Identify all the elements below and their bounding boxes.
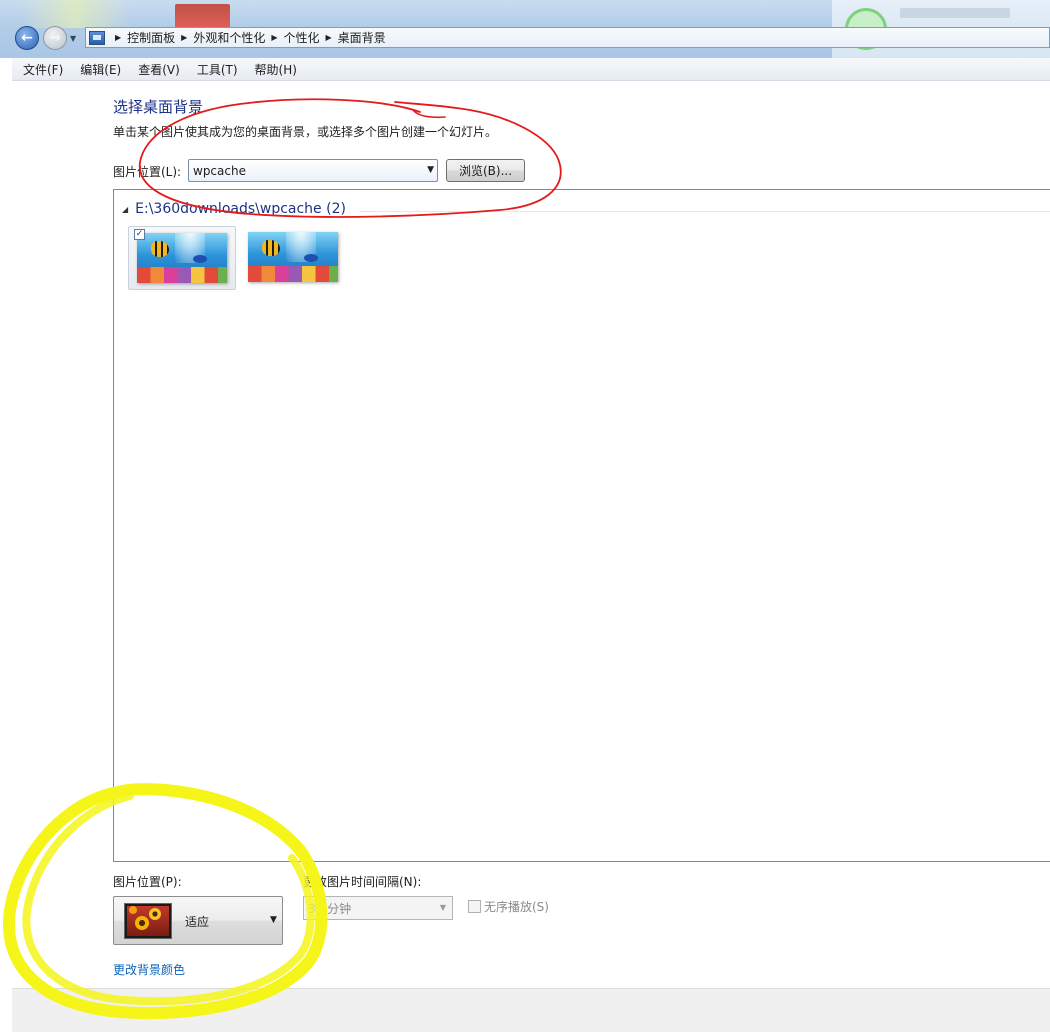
chevron-right-icon[interactable]: ▶ <box>115 33 121 42</box>
menu-help[interactable]: 帮助(H) <box>244 61 303 78</box>
change-background-color-link[interactable]: 更改背景颜色 <box>113 961 185 978</box>
chevron-down-icon: ▼ <box>439 903 446 912</box>
desktop-background-window: { "address_bar": { "crumbs": ["控制面板", "外… <box>0 0 1050 1032</box>
group-header[interactable]: ◢ E:\360downloads\wpcache (2) <box>122 201 346 217</box>
page-description: 单击某个图片使其成为您的桌面背景，或选择多个图片创建一个幻灯片。 <box>113 125 498 139</box>
notification-text <box>900 8 1010 18</box>
chevron-right-icon[interactable]: ▶ <box>271 33 277 42</box>
thumbnail-checkbox[interactable]: ✓ <box>134 229 145 240</box>
address-bar[interactable]: ▶ 控制面板 ▶ 外观和个性化 ▶ 个性化 ▶ 桌面背景 <box>85 27 1050 48</box>
control-panel-icon <box>89 30 105 45</box>
flower-preview-icon <box>124 903 172 939</box>
footer-bar <box>12 988 1050 1032</box>
shuffle-checkbox[interactable] <box>468 900 481 913</box>
background-glass <box>175 4 230 28</box>
underwater-fish-wallpaper-icon <box>137 233 227 283</box>
collapse-triangle-icon[interactable]: ◢ <box>122 205 128 214</box>
picture-location-value: wpcache <box>193 163 246 178</box>
divider <box>359 211 1050 212</box>
shuffle-label[interactable]: 无序播放(S) <box>484 898 549 915</box>
interval-value: 30 分钟 <box>308 901 352 916</box>
chevron-down-icon: ▼ <box>270 915 277 925</box>
arrow-right-icon: → <box>49 30 61 46</box>
history-dropdown-icon[interactable]: ▼ <box>70 34 80 44</box>
picture-position-select[interactable]: 适应 ▼ <box>113 896 283 945</box>
picture-gallery[interactable]: ◢ E:\360downloads\wpcache (2) ✓ <box>113 189 1050 862</box>
menu-bar: 文件(F) 编辑(E) 查看(V) 工具(T) 帮助(H) <box>12 58 1050 81</box>
picture-location-label: 图片位置(L): <box>113 165 182 179</box>
menu-edit[interactable]: 编辑(E) <box>69 61 127 78</box>
wallpaper-thumbnail[interactable]: ✓ <box>128 226 236 290</box>
interval-label: 更改图片时间间隔(N): <box>303 875 422 889</box>
breadcrumb-appearance[interactable]: 外观和个性化 <box>193 29 265 46</box>
picture-position-label: 图片位置(P): <box>113 875 182 889</box>
picture-position-value: 适应 <box>185 915 210 929</box>
breadcrumb-desktop-background[interactable]: 桌面背景 <box>338 29 386 46</box>
back-button[interactable]: ← <box>15 26 39 50</box>
underwater-fish-wallpaper-icon <box>248 232 338 282</box>
breadcrumb-control-panel[interactable]: 控制面板 <box>127 29 175 46</box>
chevron-down-icon: ▼ <box>427 165 434 175</box>
picture-location-select[interactable]: wpcache ▼ <box>188 159 438 182</box>
chevron-right-icon[interactable]: ▶ <box>181 33 187 42</box>
page-title: 选择桌面背景 <box>113 98 204 116</box>
red-highlight-ellipse-tail <box>412 109 446 119</box>
background-glass <box>20 0 130 28</box>
browse-button[interactable]: 浏览(B)... <box>446 159 525 182</box>
wallpaper-thumbnail[interactable] <box>240 226 348 290</box>
title-bar: ← → ▼ ▶ 控制面板 ▶ 外观和个性化 ▶ 个性化 ▶ 桌面背景 <box>0 0 1050 58</box>
arrow-left-icon: ← <box>21 30 33 46</box>
menu-file[interactable]: 文件(F) <box>12 61 69 78</box>
menu-tools[interactable]: 工具(T) <box>186 61 244 78</box>
interval-select[interactable]: 30 分钟 ▼ <box>303 896 453 920</box>
chevron-right-icon[interactable]: ▶ <box>326 33 332 42</box>
group-header-path: E:\360downloads\wpcache (2) <box>135 201 346 217</box>
breadcrumb-personalization[interactable]: 个性化 <box>284 29 320 46</box>
menu-view[interactable]: 查看(V) <box>127 61 186 78</box>
forward-button[interactable]: → <box>43 26 67 50</box>
